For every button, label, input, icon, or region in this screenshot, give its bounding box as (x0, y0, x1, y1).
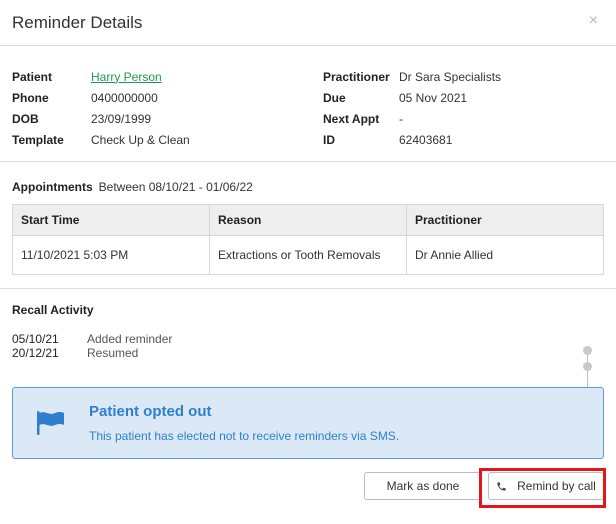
details-left-column: Patient Harry Person Phone 0400000000 DO… (12, 66, 323, 161)
detail-value: Check Up & Clean (91, 132, 190, 147)
details-section: Patient Harry Person Phone 0400000000 DO… (0, 46, 616, 162)
details-right-column: Practitioner Dr Sara Specialists Due 05 … (323, 66, 593, 161)
modal-footer: Mark as done Remind by call (364, 472, 604, 500)
activity-date: 20/12/21 (12, 346, 59, 360)
detail-row-phone: Phone 0400000000 (12, 87, 323, 108)
detail-label: ID (323, 132, 335, 147)
notice-content: Patient opted out This patient has elect… (89, 403, 399, 443)
close-icon[interactable]: × (589, 12, 598, 29)
table-row[interactable]: 11/10/2021 5:03 PM Extractions or Tooth … (12, 235, 604, 275)
appointments-label: Appointments (12, 180, 93, 194)
detail-label: Practitioner (323, 69, 390, 84)
notice-text: This patient has elected not to receive … (89, 429, 400, 443)
detail-value: 05 Nov 2021 (399, 90, 468, 105)
column-header-reason: Reason (209, 204, 407, 236)
table-cell: Extractions or Tooth Removals (209, 235, 407, 275)
detail-row-next-appt: Next Appt - (323, 108, 593, 129)
remind-by-call-button[interactable]: Remind by call (488, 472, 604, 500)
list-item: 20/12/21 Resumed (12, 346, 604, 360)
recall-activity-list: 05/10/21 Added reminder 20/12/21 Resumed (12, 332, 604, 360)
table-header-row: Start Time Reason Practitioner (12, 204, 604, 236)
detail-row-id: ID 62403681 (323, 129, 593, 150)
detail-value: Dr Sara Specialists (399, 69, 502, 84)
list-item: 05/10/21 Added reminder (12, 332, 604, 346)
detail-row-dob: DOB 23/09/1999 (12, 108, 323, 129)
recall-activity-title: Recall Activity (12, 303, 94, 317)
detail-label: Patient (12, 69, 53, 84)
column-header-start-time: Start Time (12, 204, 210, 236)
mark-as-done-button[interactable]: Mark as done (364, 472, 482, 500)
appointments-section: Appointments Between 08/10/21 - 01/06/22… (0, 162, 616, 289)
modal-header: Reminder Details × (0, 0, 616, 46)
patient-name-link[interactable]: Harry Person (91, 70, 162, 84)
remind-by-call-label: Remind by call (517, 479, 596, 493)
appointments-table: Start Time Reason Practitioner 11/10/202… (12, 204, 604, 275)
reminder-details-modal: Reminder Details × Patient Harry Person … (0, 0, 616, 524)
detail-label: Template (12, 132, 64, 147)
timeline-dot (583, 346, 592, 355)
phone-icon (497, 481, 506, 491)
activity-text: Resumed (87, 346, 139, 360)
detail-row-template: Template Check Up & Clean (12, 129, 323, 150)
notice-title: Patient opted out (89, 403, 212, 420)
table-cell: 11/10/2021 5:03 PM (12, 235, 210, 275)
detail-value: 62403681 (399, 132, 453, 147)
detail-label: Phone (12, 90, 49, 105)
activity-text: Added reminder (87, 332, 173, 346)
activity-date: 05/10/21 (12, 332, 59, 346)
detail-row-due: Due 05 Nov 2021 (323, 87, 593, 108)
column-header-practitioner: Practitioner (406, 204, 604, 236)
detail-row-practitioner: Practitioner Dr Sara Specialists (323, 66, 593, 87)
detail-value: 23/09/1999 (91, 111, 152, 126)
detail-row-patient: Patient Harry Person (12, 66, 323, 87)
timeline-dot (583, 362, 592, 371)
detail-value: 0400000000 (91, 90, 158, 105)
modal-title: Reminder Details (12, 12, 143, 32)
recall-activity-section: Recall Activity 05/10/21 Added reminder … (0, 289, 616, 459)
opted-out-notice: Patient opted out This patient has elect… (12, 387, 604, 459)
detail-value: - (399, 111, 403, 126)
appointments-range: Between 08/10/21 - 01/06/22 (98, 180, 253, 194)
detail-label: Next Appt (323, 111, 380, 126)
appointments-header: Appointments Between 08/10/21 - 01/06/22 (12, 177, 604, 197)
table-cell: Dr Annie Allied (406, 235, 604, 275)
flag-icon (37, 411, 64, 435)
detail-label: DOB (12, 111, 39, 126)
detail-label: Due (323, 90, 346, 105)
